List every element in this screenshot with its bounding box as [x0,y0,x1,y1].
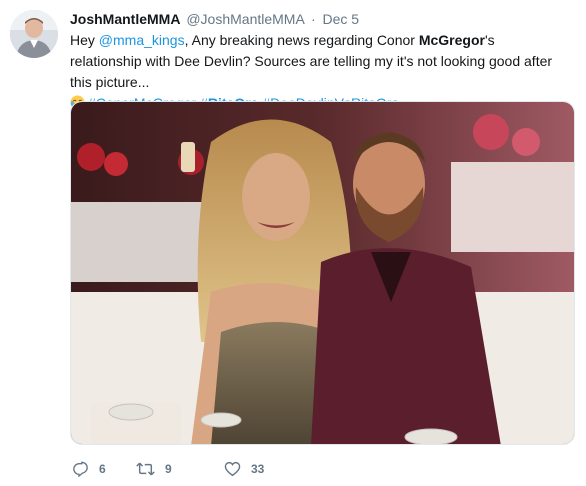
text-segment: , Any breaking news regarding Conor [184,32,419,48]
tweet-actions: 6 9 33 [72,459,304,479]
highlighted-name: McGregor [418,32,485,48]
like-button[interactable]: 33 [224,461,304,477]
tweet: JoshMantleMMA @JoshMantleMMA · Dec 5 Hey… [0,0,586,486]
reply-count: 6 [99,462,106,476]
separator-dot: · [310,11,316,27]
retweet-icon [136,461,155,477]
heart-icon [224,461,241,477]
reply-button[interactable]: 6 [72,461,128,477]
avatar[interactable] [10,10,58,58]
reply-icon [72,461,89,477]
display-name[interactable]: JoshMantleMMA [70,11,180,27]
retweet-button[interactable]: 9 [136,461,216,477]
like-count: 33 [251,462,265,476]
tweet-header: JoshMantleMMA @JoshMantleMMA · Dec 5 [70,10,359,29]
retweet-count: 9 [165,462,172,476]
user-handle[interactable]: @JoshMantleMMA [186,11,304,27]
text-segment: Hey [70,32,99,48]
tweet-photo[interactable] [70,101,575,445]
mention-link[interactable]: @mma_kings [99,32,185,48]
tweet-time[interactable]: Dec 5 [323,11,360,27]
